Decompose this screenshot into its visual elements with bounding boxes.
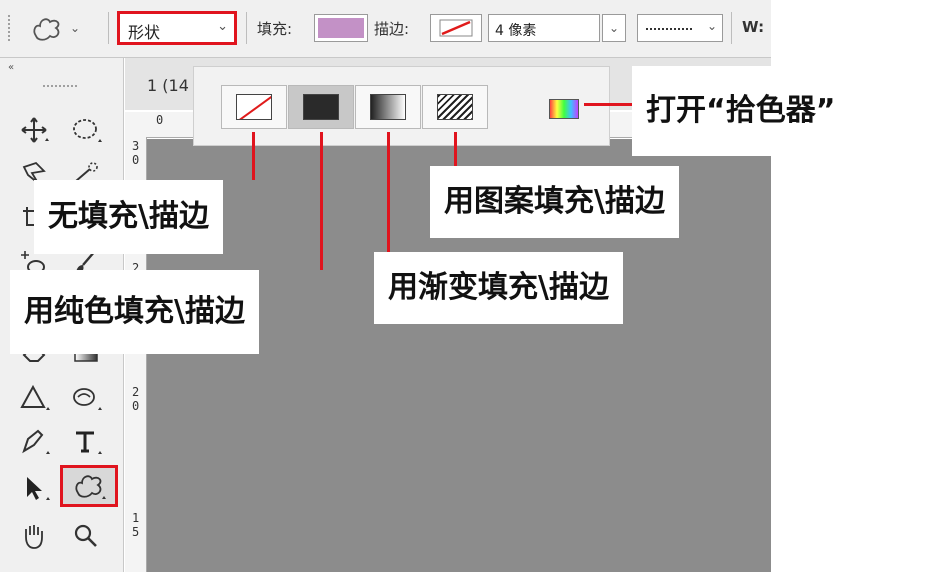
hand-tool-icon	[25, 525, 43, 549]
stroke-swatch-icon	[439, 19, 473, 37]
blur-tool-icon	[20, 384, 50, 410]
tool-mode-select[interactable]: 形状 ⌄	[117, 11, 237, 45]
ruler-number: 0	[132, 153, 140, 167]
stroke-type-dropdown[interactable]: ⌄	[637, 14, 723, 42]
move-tool-icon	[21, 117, 49, 143]
marquee-tool[interactable]	[66, 110, 106, 150]
zoom-tool-icon	[74, 524, 97, 547]
ruler-corner	[125, 112, 146, 138]
tools-panel-grip[interactable]	[42, 84, 78, 88]
stroke-width-dropdown[interactable]: ⌄	[602, 14, 626, 42]
type-tool[interactable]	[66, 422, 106, 462]
solid-color-button[interactable]	[288, 85, 354, 129]
separator	[731, 12, 732, 44]
custom-shape-icon	[33, 18, 60, 41]
dodge-tool-icon	[73, 388, 102, 410]
chevron-down-icon: ⌄	[706, 19, 717, 33]
stroke-label: 描边:	[374, 20, 410, 38]
leader-line-solid	[320, 132, 323, 270]
chevron-down-icon: ⌄	[217, 19, 228, 34]
separator	[108, 12, 109, 44]
ruler-number: 2	[132, 385, 140, 399]
custom-shape-tool[interactable]	[60, 465, 118, 507]
fill-color-swatch[interactable]	[314, 14, 368, 42]
move-tool[interactable]	[14, 110, 54, 150]
callout-no-fill: 无填充\描边	[34, 180, 223, 254]
callout-gradient-fill: 用渐变填充\描边	[374, 252, 623, 324]
chevron-down-icon: ⌄	[70, 21, 81, 35]
stroke-color-swatch[interactable]	[430, 14, 482, 42]
options-bar: ⌄ 形状 ⌄ 填充: 描边: 4 像素 ⌄ ⌄ W:	[0, 0, 771, 58]
fill-color	[318, 18, 364, 38]
tool-mode-value: 形状	[128, 23, 161, 42]
gradient-icon	[370, 94, 406, 120]
fill-type-popup	[193, 66, 610, 146]
width-label: W:	[742, 18, 765, 36]
pen-tool[interactable]	[14, 422, 54, 462]
solid-color-icon	[303, 94, 339, 120]
pattern-icon	[437, 94, 473, 120]
document-tab[interactable]: 1 (14	[147, 76, 189, 95]
path-selection-tool[interactable]	[14, 468, 54, 508]
stroke-width-input[interactable]: 4 像素	[488, 14, 600, 42]
dotted-line-icon	[646, 28, 692, 30]
tool-preset-picker[interactable]: ⌄	[30, 13, 100, 43]
gradient-button[interactable]	[355, 85, 421, 129]
collapse-panel-icon[interactable]: «	[8, 62, 14, 73]
ruler-number: 0	[156, 113, 164, 127]
stroke-width-value: 4 像素	[495, 23, 537, 39]
leader-line-picker	[584, 103, 632, 106]
zoom-tool[interactable]	[66, 516, 106, 556]
ellipse-marquee-tool-icon	[73, 119, 102, 142]
path-selection-tool-icon	[27, 477, 50, 500]
blur-tool[interactable]	[14, 378, 54, 418]
hand-tool[interactable]	[14, 516, 54, 556]
leader-line-gradient	[387, 132, 390, 252]
dodge-tool[interactable]	[66, 378, 106, 418]
custom-shape-tool-icon	[75, 475, 106, 499]
separator	[246, 12, 247, 44]
ruler-number: 1	[132, 511, 140, 525]
no-fill-icon	[236, 94, 272, 120]
fill-label: 填充:	[257, 20, 293, 38]
ruler-number: 5	[132, 525, 140, 539]
pen-tool-icon	[22, 429, 50, 454]
callout-color-picker: 打开“拾色器”	[632, 66, 850, 156]
chevron-down-icon: ⌄	[608, 21, 620, 35]
options-bar-grip[interactable]	[7, 14, 11, 42]
no-fill-button[interactable]	[221, 85, 287, 129]
leader-line-none	[252, 132, 255, 180]
type-tool-icon	[76, 431, 102, 454]
leader-line-pattern	[454, 132, 457, 168]
color-picker-icon[interactable]	[549, 99, 579, 119]
ruler-number: 0	[132, 399, 140, 413]
ruler-number: 3	[132, 139, 140, 153]
callout-solid-fill: 用纯色填充\描边	[10, 270, 259, 354]
pattern-button[interactable]	[422, 85, 488, 129]
callout-pattern-fill: 用图案填充\描边	[430, 166, 679, 238]
